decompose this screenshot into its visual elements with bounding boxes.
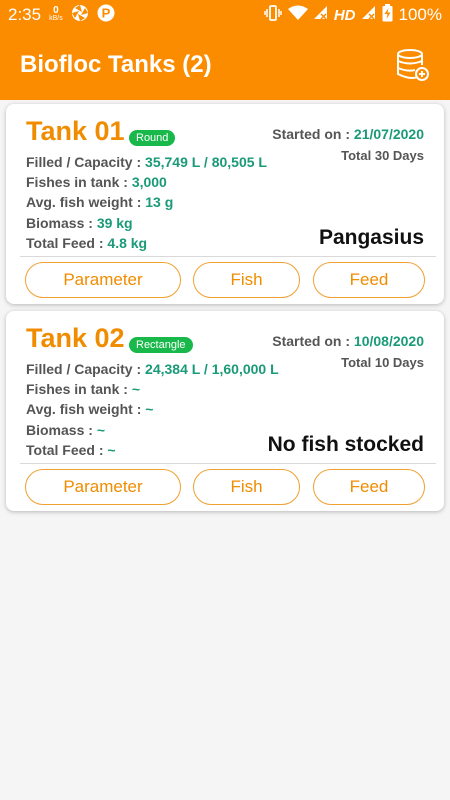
- total-feed-label: Total Feed :: [26, 442, 108, 458]
- app-bar: Biofloc Tanks (2): [0, 30, 450, 100]
- battery-charging-icon: [382, 3, 393, 27]
- fishes-row: Fishes in tank : ~: [26, 381, 140, 397]
- started-on: Started on : 10/08/2020: [272, 333, 424, 349]
- fishes-label: Fishes in tank :: [26, 174, 132, 190]
- started-on-label: Started on :: [272, 126, 354, 142]
- filled-capacity-value: 35,749 L / 80,505 L: [145, 154, 267, 170]
- avg-weight-row: Avg. fish weight : ~: [26, 401, 153, 417]
- parameter-button[interactable]: Parameter: [25, 262, 181, 298]
- fish-button[interactable]: Fish: [193, 262, 300, 298]
- total-feed-value: ~: [107, 442, 116, 458]
- net-speed-unit: kB/s: [49, 15, 63, 22]
- database-add-icon[interactable]: [394, 47, 430, 83]
- signal-icon-2: [361, 5, 376, 25]
- species-label: No fish stocked: [267, 433, 424, 456]
- divider: [20, 463, 436, 464]
- started-on-label: Started on :: [272, 333, 354, 349]
- avg-weight-label: Avg. fish weight :: [26, 401, 146, 417]
- biomass-value: ~: [96, 422, 105, 438]
- biomass-label: Biomass :: [26, 215, 97, 231]
- status-time: 2:35: [8, 5, 42, 24]
- tank-shape-badge: Rectangle: [129, 337, 193, 353]
- total-feed-value: 4.8 kg: [107, 235, 148, 251]
- avg-weight-label: Avg. fish weight :: [26, 194, 146, 210]
- total-feed-label: Total Feed :: [26, 235, 108, 251]
- svg-text:P: P: [101, 5, 110, 20]
- avg-weight-value: 13 g: [145, 194, 174, 210]
- vibrate-icon: [264, 4, 282, 26]
- filled-capacity-row: Filled / Capacity : 24,384 L / 1,60,000 …: [26, 361, 279, 377]
- avg-weight-value: ~: [145, 401, 154, 417]
- aperture-icon: [71, 4, 89, 27]
- p-app-icon: P: [97, 4, 115, 27]
- total-days: Total 30 Days: [341, 148, 424, 163]
- wifi-icon: [287, 5, 308, 26]
- started-on: Started on : 21/07/2020: [272, 126, 424, 142]
- started-on-date: 21/07/2020: [353, 126, 424, 142]
- total-feed-row: Total Feed : ~: [26, 442, 116, 458]
- tank-card[interactable]: Tank 01 Round Started on : 21/07/2020 To…: [6, 104, 444, 304]
- page-title: Biofloc Tanks (2): [20, 51, 212, 78]
- started-on-date: 10/08/2020: [353, 333, 424, 349]
- hd-label: HD: [333, 6, 356, 24]
- tank-name: Tank 02: [26, 323, 125, 353]
- filled-capacity-label: Filled / Capacity :: [26, 154, 146, 170]
- net-speed-value: 0: [53, 5, 59, 16]
- battery-percent: 100%: [398, 5, 442, 24]
- fish-button[interactable]: Fish: [193, 469, 300, 505]
- tank-shape-badge: Round: [129, 130, 176, 146]
- biomass-row: Biomass : ~: [26, 422, 105, 438]
- fishes-row: Fishes in tank : 3,000: [26, 174, 167, 190]
- parameter-button[interactable]: Parameter: [25, 469, 181, 505]
- divider: [20, 256, 436, 257]
- species-label: Pangasius: [318, 226, 424, 249]
- biomass-row: Biomass : 39 kg: [26, 215, 133, 231]
- total-days: Total 10 Days: [341, 355, 424, 370]
- tank-name: Tank 01: [26, 116, 125, 146]
- net-speed-indicator: 0 kB/s: [49, 5, 63, 23]
- filled-capacity-value: 24,384 L / 1,60,000 L: [145, 361, 279, 377]
- feed-button[interactable]: Feed: [313, 469, 425, 505]
- fishes-value: ~: [131, 381, 140, 397]
- fishes-label: Fishes in tank :: [26, 381, 132, 397]
- fishes-value: 3,000: [131, 174, 167, 190]
- biomass-value: 39 kg: [96, 215, 133, 231]
- total-feed-row: Total Feed : 4.8 kg: [26, 235, 147, 251]
- avg-weight-row: Avg. fish weight : 13 g: [26, 194, 173, 210]
- filled-capacity-row: Filled / Capacity : 35,749 L / 80,505 L: [26, 154, 267, 170]
- biomass-label: Biomass :: [26, 422, 97, 438]
- signal-icon: [313, 5, 328, 25]
- tank-card[interactable]: Tank 02 Rectangle Started on : 10/08/202…: [6, 311, 444, 511]
- filled-capacity-label: Filled / Capacity :: [26, 361, 146, 377]
- feed-button[interactable]: Feed: [313, 262, 425, 298]
- status-bar: 2:35 0 kB/s P HD 100%: [0, 0, 450, 30]
